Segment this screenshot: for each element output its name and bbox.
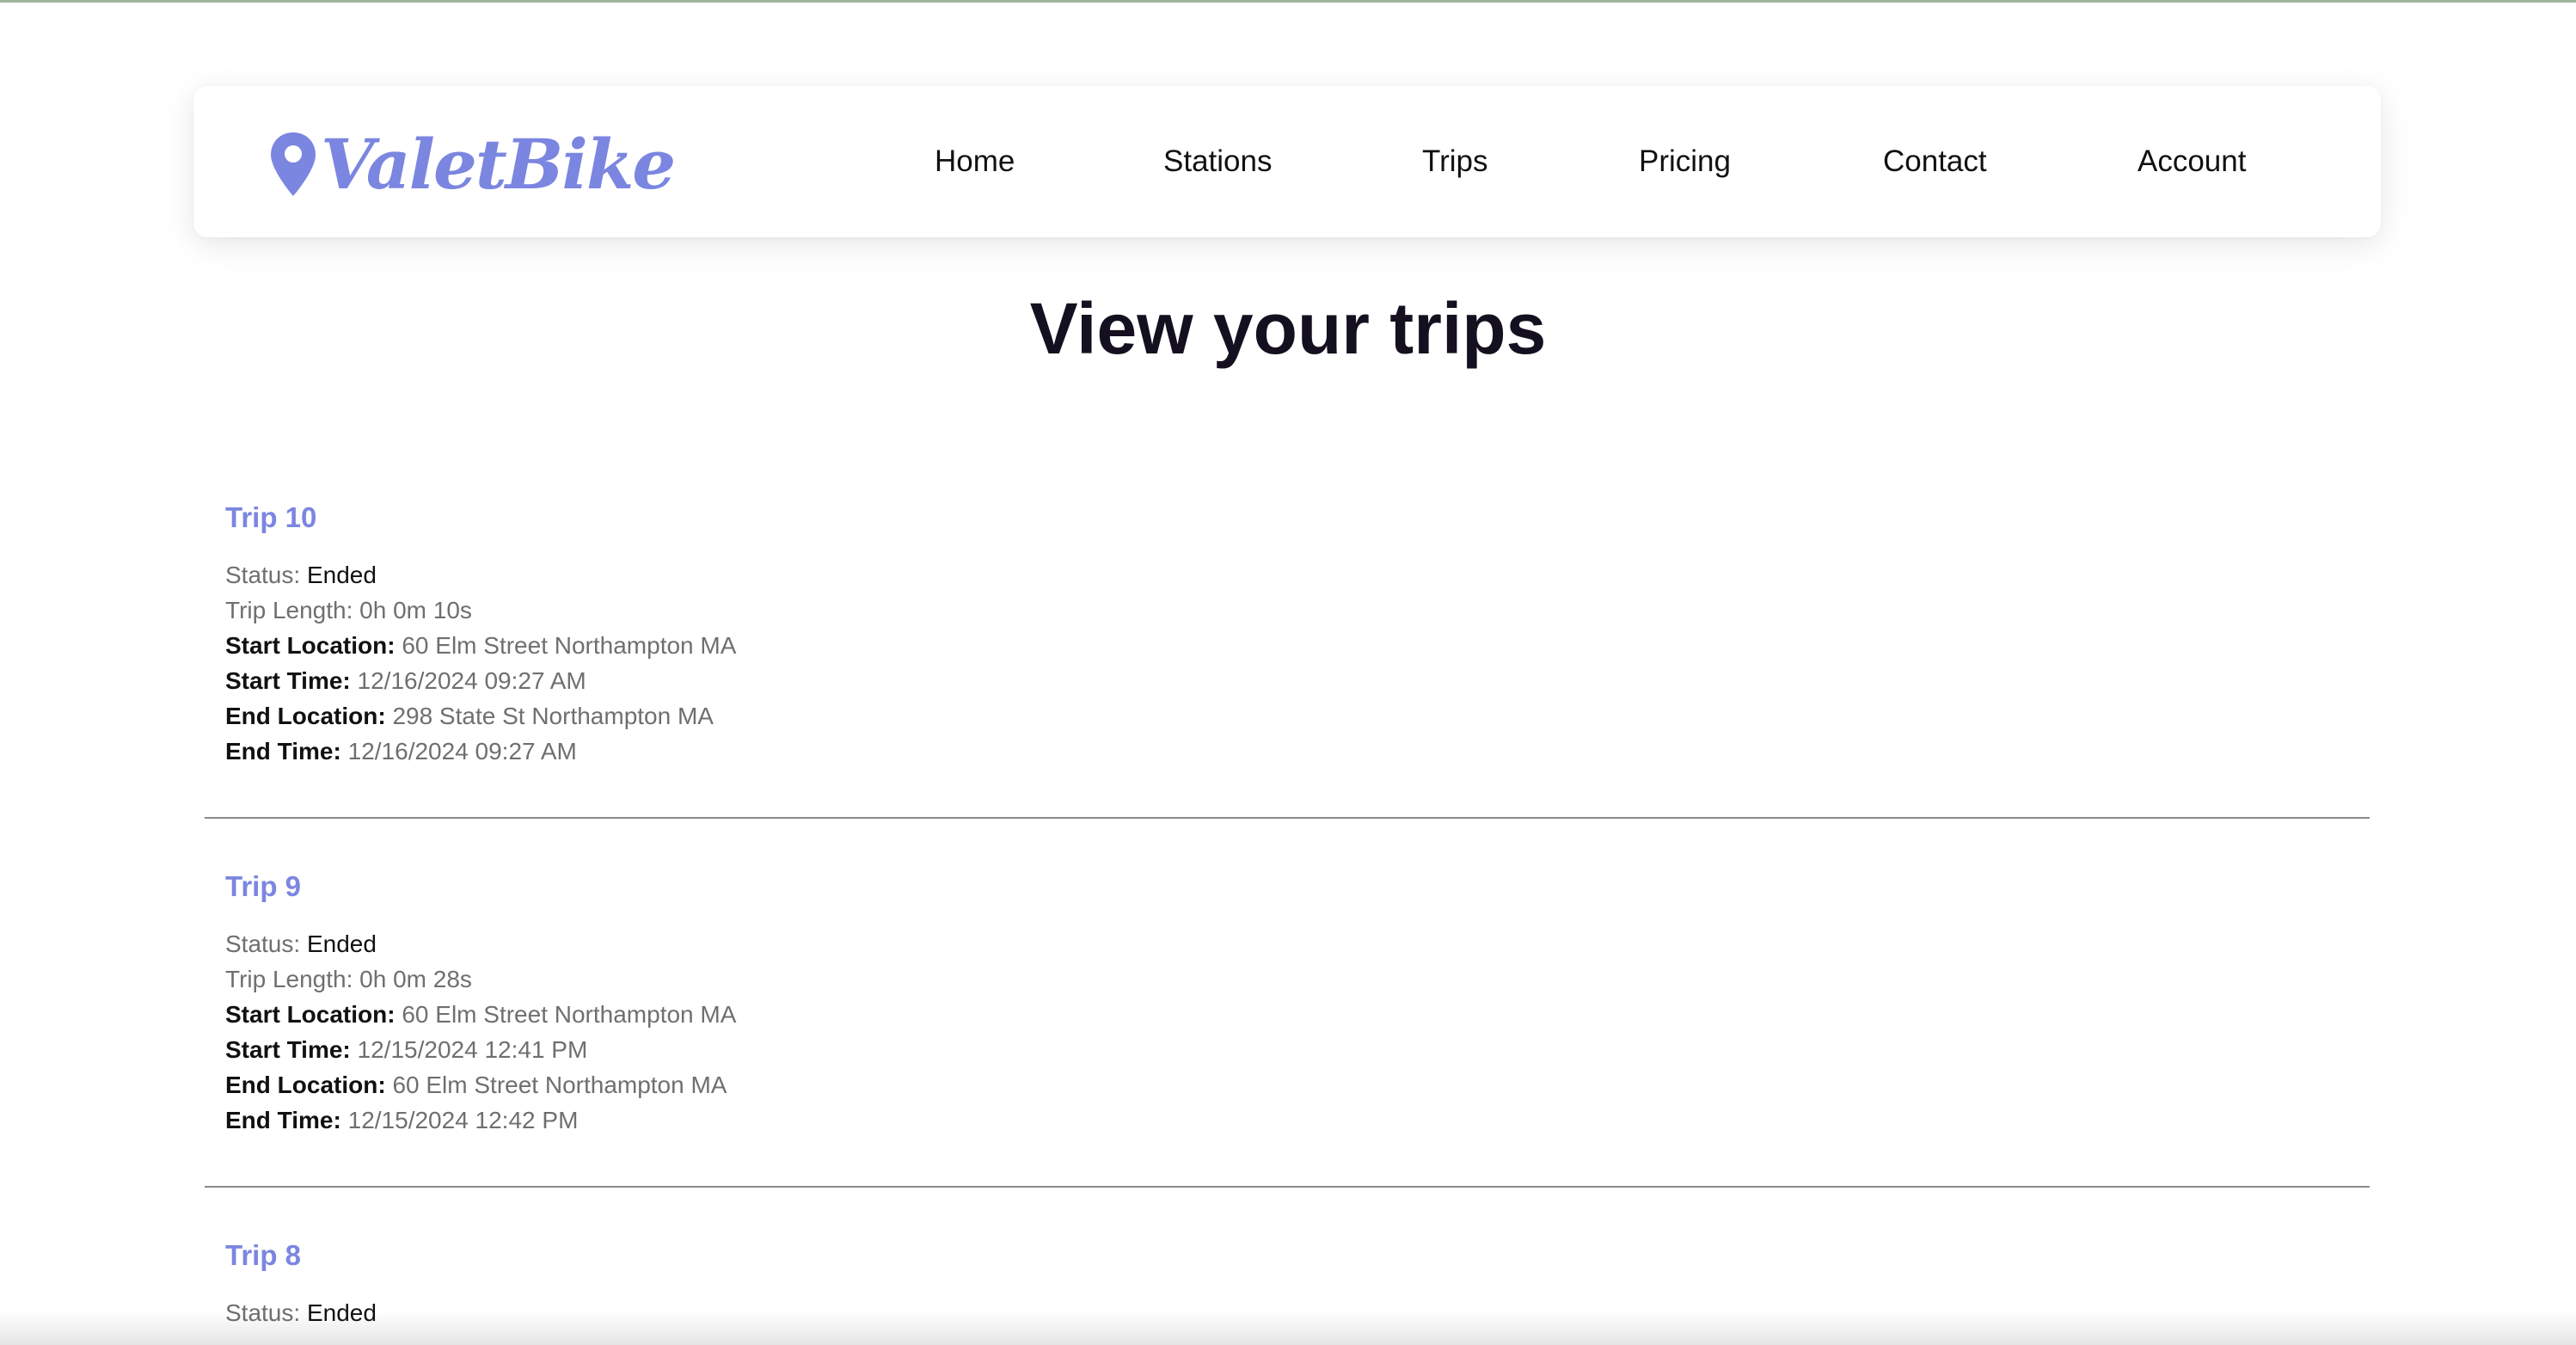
end-time-value: 12/15/2024 12:42 PM (347, 1107, 579, 1133)
trip-card: Trip 9 Status: Ended Trip Length: 0h 0m … (225, 868, 2289, 1138)
start-location-label: Start Location: (225, 632, 396, 659)
start-location-value: 60 Elm Street Northampton MA (402, 632, 737, 659)
trip-length-value: 0h 0m 28s (359, 966, 472, 992)
trip-title: Trip 8 (225, 1239, 302, 1271)
start-time-label: Start Time: (225, 1036, 351, 1063)
start-time-row: Start Time: 12/15/2024 12:41 PM (225, 1032, 2289, 1067)
end-time-row: End Time: 12/15/2024 12:42 PM (225, 1102, 2289, 1138)
window-top-edge (0, 0, 2576, 3)
start-time-label: Start Time: (225, 667, 351, 694)
page-title: View your trips (1029, 288, 1547, 369)
map-pin-icon (271, 132, 316, 196)
end-location-row: End Location: 60 Elm Street Northampton … (225, 1067, 2289, 1102)
end-time-row: End Time: 12/16/2024 09:27 AM (225, 734, 2289, 769)
start-location-value: 60 Elm Street Northampton MA (402, 1001, 737, 1028)
trip-details: Status: Ended Trip Length: 0h 0m 28s Sta… (225, 926, 2289, 1138)
brand-name: ValetBike (321, 124, 676, 205)
start-time-value: 12/15/2024 12:41 PM (357, 1036, 588, 1063)
end-time-label: End Time: (225, 1107, 341, 1133)
end-time-label: End Time: (225, 738, 341, 765)
status-value: Ended (306, 930, 377, 957)
viewport-bottom-shadow (0, 1311, 2576, 1345)
nav-home[interactable]: Home (935, 143, 1015, 181)
trip-divider (205, 817, 2370, 819)
status-value: Ended (306, 562, 377, 588)
nav-account[interactable]: Account (2137, 143, 2246, 181)
start-location-row: Start Location: 60 Elm Street Northampto… (225, 997, 2289, 1032)
start-time-row: Start Time: 12/16/2024 09:27 AM (225, 663, 2289, 698)
trip-length-row: Trip Length: 0h 0m 10s (225, 593, 2289, 628)
start-location-row: Start Location: 60 Elm Street Northampto… (225, 628, 2289, 663)
trip-length-label: Trip Length: (225, 966, 353, 992)
navbar: ValetBike Home Stations Trips Pricing Co… (193, 86, 2381, 237)
nav-pricing[interactable]: Pricing (1639, 143, 1731, 181)
trip-title: Trip 10 (225, 501, 317, 533)
end-location-value: 60 Elm Street Northampton MA (392, 1072, 727, 1098)
end-time-value: 12/16/2024 09:27 AM (347, 738, 577, 765)
trip-details: Status: Ended Trip Length: 0h 0m 10s Sta… (225, 557, 2289, 769)
end-location-row: End Location: 298 State St Northampton M… (225, 698, 2289, 734)
nav-stations[interactable]: Stations (1163, 143, 1272, 181)
status-row: Status: Ended (225, 557, 2289, 593)
status-label: Status: (225, 562, 301, 588)
start-time-value: 12/16/2024 09:27 AM (357, 667, 586, 694)
end-location-value: 298 State St Northampton MA (392, 703, 714, 729)
trip-title: Trip 9 (225, 870, 302, 902)
end-location-label: End Location: (225, 1072, 386, 1098)
status-label: Status: (225, 930, 301, 957)
nav-contact[interactable]: Contact (1883, 143, 1987, 181)
brand-logo-link[interactable]: ValetBike (269, 124, 676, 205)
trip-length-label: Trip Length: (225, 597, 353, 623)
trip-length-value: 0h 0m 10s (359, 597, 472, 623)
end-location-label: End Location: (225, 703, 386, 729)
trip-length-row: Trip Length: 0h 0m 28s (225, 961, 2289, 997)
trip-divider (205, 1186, 2370, 1188)
nav-trips[interactable]: Trips (1422, 143, 1487, 181)
start-location-label: Start Location: (225, 1001, 396, 1028)
status-row: Status: Ended (225, 926, 2289, 961)
trip-card: Trip 10 Status: Ended Trip Length: 0h 0m… (225, 499, 2289, 769)
